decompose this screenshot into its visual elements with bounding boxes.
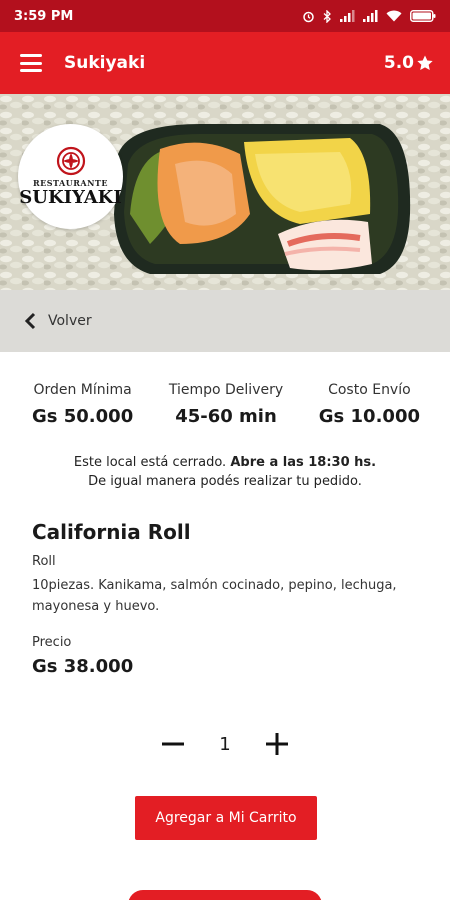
min-order-info: Orden Mínima Gs 50.000 — [32, 382, 133, 427]
shipping-cost-info: Costo Envío Gs 10.000 — [319, 382, 420, 427]
bluetooth-icon — [323, 9, 331, 23]
product-details: California Roll Roll 10piezas. Kanikama,… — [32, 520, 422, 677]
status-bar: 3:59 PM — [0, 0, 450, 32]
signal-icon — [363, 10, 378, 22]
rating: 5.0 — [384, 53, 434, 73]
product-name: California Roll — [32, 520, 191, 544]
status-icons — [302, 9, 436, 23]
app-title: Sukiyaki — [64, 53, 146, 73]
product-description: 10piezas. Kanikama, salmón cocinado, pep… — [32, 578, 397, 614]
alarm-icon — [303, 11, 314, 22]
shipping-cost-value: Gs 10.000 — [318, 406, 420, 427]
min-order-value: Gs 50.000 — [32, 406, 134, 427]
hero-image: RESTAURANTE SUKIYAKI — [0, 94, 450, 290]
minus-icon[interactable] — [155, 726, 191, 762]
battery-icon — [410, 10, 436, 22]
plus-icon[interactable] — [259, 726, 295, 762]
signal-icon — [340, 10, 355, 22]
quantity-stepper: 1 — [155, 726, 295, 762]
price-value: Gs 38.000 — [32, 656, 134, 677]
min-order-label: Orden Mínima — [33, 382, 132, 398]
hamburger-menu-icon[interactable] — [20, 54, 42, 72]
store-info-row: Orden Mínima Gs 50.000 Tiempo Delivery 4… — [0, 382, 450, 427]
back-label: Volver — [48, 313, 92, 329]
delivery-time-label: Tiempo Delivery — [168, 382, 284, 398]
product-category: Roll — [32, 554, 56, 569]
closed-notice: Este local está cerrado. Abre a las 18:3… — [0, 453, 450, 491]
star-icon — [417, 55, 433, 71]
rating-value: 5.0 — [383, 53, 414, 73]
add-to-cart-button[interactable]: Agregar a Mi Carrito — [135, 796, 317, 840]
bottom-cart-button[interactable] — [128, 890, 322, 900]
restaurant-logo: RESTAURANTE SUKIYAKI — [18, 124, 123, 229]
notice-line-2: De igual manera podés realizar tu pedido… — [88, 474, 362, 489]
price-label: Precio — [32, 635, 72, 650]
delivery-time-value: 45-60 min — [175, 406, 277, 427]
notice-line-1: Este local está cerrado. Abre a las 18:3… — [0, 453, 450, 472]
app-bar: Sukiyaki 5.0 — [0, 32, 450, 94]
chevron-left-icon — [24, 312, 36, 330]
shipping-cost-label: Costo Envío — [328, 382, 411, 398]
wifi-icon — [386, 10, 402, 22]
logo-big-text: SUKIYAKI — [19, 187, 122, 208]
notice-plain-text: Este local está cerrado. — [73, 455, 231, 470]
logo-emblem-icon — [56, 146, 85, 176]
notice-opening-time: Abre a las 18:30 hs. — [230, 455, 377, 470]
back-button[interactable]: Volver — [0, 290, 450, 352]
status-time: 3:59 PM — [14, 8, 74, 24]
quantity-value: 1 — [219, 733, 231, 755]
delivery-time-info: Tiempo Delivery 45-60 min — [169, 382, 283, 427]
